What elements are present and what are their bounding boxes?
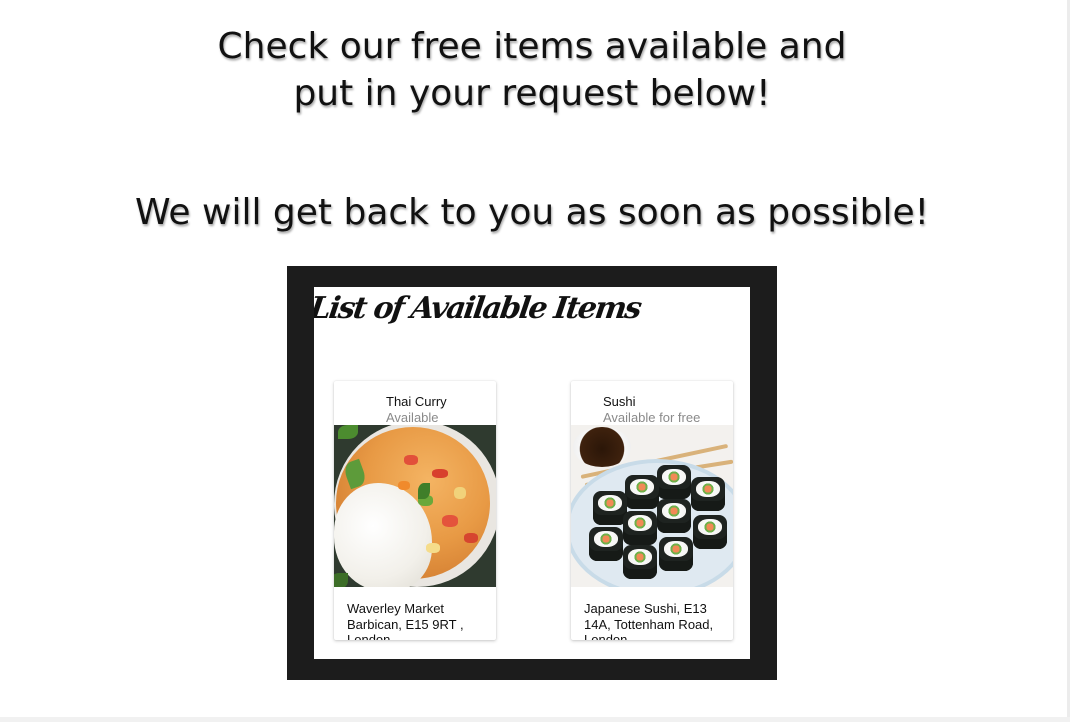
heading-line-1: Check our free items available and — [217, 26, 847, 67]
items-panel-title: List of Available Items — [314, 291, 643, 326]
item-status: Available for free — [603, 410, 701, 425]
address-line-2: 14A, Tottenham Road, — [584, 616, 714, 632]
item-name: Thai Curry — [386, 394, 447, 409]
page-subheading: We will get back to you as soon as possi… — [134, 192, 930, 233]
item-status: Available — [386, 410, 439, 425]
item-name: Sushi — [603, 394, 636, 409]
page-bottom-divider — [0, 717, 1070, 722]
item-address: Waverley Market Barbican, E15 9RT , Lond… — [347, 601, 487, 640]
items-frame: List of Available Items Thai Curry Avail… — [287, 266, 777, 680]
item-card-sushi[interactable]: Sushi Available for free Japanese Sushi,… — [571, 381, 733, 640]
items-panel[interactable]: List of Available Items Thai Curry Avail… — [314, 287, 750, 659]
address-line-2: Barbican, E15 9RT , — [347, 616, 464, 632]
address-line-1: Waverley Market — [347, 601, 445, 616]
item-address: Japanese Sushi, E13 14A, Tottenham Road,… — [584, 601, 724, 640]
address-line-1: Japanese Sushi, E13 — [584, 601, 707, 616]
sushi-image — [571, 425, 733, 587]
address-line-3: London — [347, 632, 391, 640]
thai-curry-image — [334, 425, 496, 587]
item-card-thai-curry[interactable]: Thai Curry Available Waverley Market Bar… — [334, 381, 496, 640]
page-heading: Check our free items available and put i… — [0, 23, 1064, 117]
address-line-3: London — [584, 632, 628, 640]
heading-line-2: put in your request below! — [293, 73, 771, 114]
